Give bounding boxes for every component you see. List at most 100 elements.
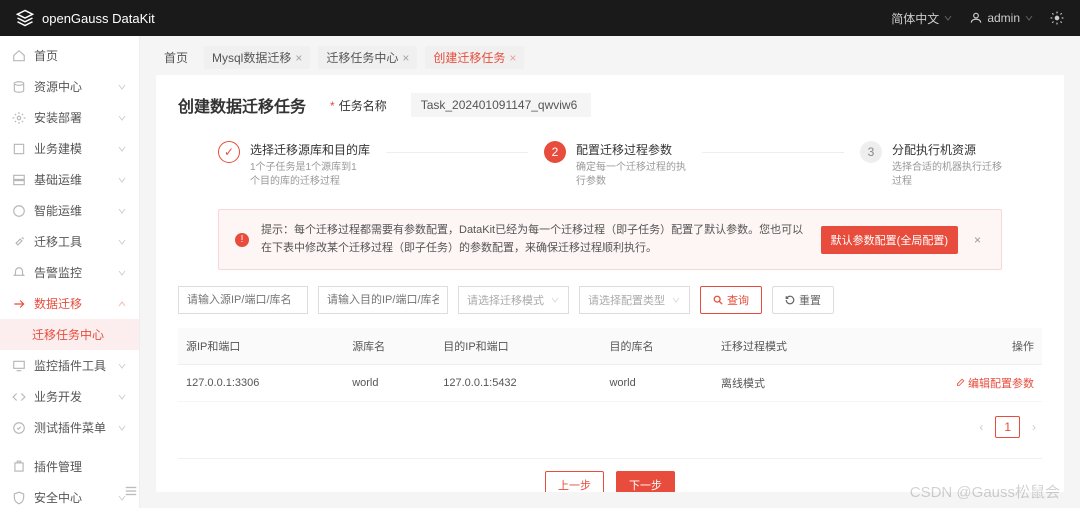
breadcrumb-Mysql数据迁移[interactable]: Mysql数据迁移 × — [204, 46, 310, 69]
sidebar-item-label: 首页 — [34, 47, 58, 64]
col-header: 源IP和端口 — [178, 328, 344, 365]
page-title: 创建数据迁移任务 — [178, 93, 306, 117]
sidebar-item-label: 迁移工具 — [34, 233, 82, 250]
reset-button[interactable]: 重置 — [772, 286, 834, 314]
prev-step-button[interactable]: 上一步 — [545, 471, 604, 492]
sidebar: 首页资源中心安装部署业务建模基础运维智能运维迁移工具告警监控数据迁移迁移任务中心… — [0, 36, 140, 508]
next-step-button[interactable]: 下一步 — [616, 471, 675, 492]
close-icon[interactable]: × — [509, 51, 516, 65]
chevron-down-icon — [117, 113, 127, 123]
content: 创建数据迁移任务 *任务名称 ✓ 选择迁移源库和目的库 1个子任务是1个源库到1个目… — [156, 75, 1064, 492]
brand-title: openGauss DataKit — [42, 11, 155, 26]
chevron-down-icon — [117, 392, 127, 402]
prev-page[interactable]: ‹ — [973, 416, 989, 438]
next-page[interactable]: › — [1026, 416, 1042, 438]
plugin-icon — [12, 460, 26, 474]
task-name-label: *任务名称 — [330, 97, 387, 114]
sidebar-item-监控插件工具[interactable]: 监控插件工具 — [0, 350, 139, 381]
sidebar-item-迁移工具[interactable]: 迁移工具 — [0, 226, 139, 257]
theme-icon[interactable] — [1050, 11, 1064, 25]
chevron-down-icon — [1024, 13, 1034, 23]
sidebar-item-插件管理[interactable]: 插件管理 — [0, 451, 139, 482]
close-icon[interactable]: × — [402, 51, 409, 65]
sidebar-item-label: 资源中心 — [34, 78, 82, 95]
chevron-down-icon — [117, 237, 127, 247]
dst-ip-filter[interactable] — [318, 286, 448, 314]
chevron-down-icon — [117, 423, 127, 433]
server-icon — [12, 173, 26, 187]
sidebar-item-label: 业务开发 — [34, 388, 82, 405]
pagination: ‹ 1 › — [178, 416, 1042, 438]
type-filter[interactable]: 请选择配置类型 — [579, 286, 690, 314]
sidebar-item-数据迁移[interactable]: 数据迁移 — [0, 288, 139, 319]
task-name-input[interactable] — [411, 93, 591, 117]
col-header: 目的库名 — [601, 328, 713, 365]
breadcrumb-创建迁移任务[interactable]: 创建迁移任务 × — [425, 46, 524, 69]
chevron-down-icon — [671, 295, 681, 305]
mode-filter[interactable]: 请选择迁移模式 — [458, 286, 569, 314]
step-desc: 1个子任务是1个源库到1个目的库的迁移过程 — [250, 161, 360, 189]
sidebar-item-label: 监控插件工具 — [34, 357, 106, 374]
sidebar-item-安装部署[interactable]: 安装部署 — [0, 102, 139, 133]
breadcrumbs: 首页 Mysql数据迁移 × 迁移任务中心 × 创建迁移任务 × — [140, 36, 1080, 75]
footer-actions: 上一步 下一步 — [178, 458, 1042, 492]
close-icon[interactable]: × — [970, 233, 985, 247]
breadcrumb-首页[interactable]: 首页 — [156, 46, 196, 69]
breadcrumb-迁移任务中心[interactable]: 迁移任务中心 × — [318, 46, 417, 69]
chevron-down-icon — [117, 361, 127, 371]
user-menu[interactable]: admin — [969, 11, 1034, 25]
src-ip-filter[interactable] — [178, 286, 308, 314]
step-circle: ✓ — [218, 141, 240, 163]
lang-switch[interactable]: 简体中文 — [891, 10, 953, 27]
chevron-down-icon — [550, 295, 560, 305]
brand: openGauss DataKit — [16, 9, 155, 27]
db-icon — [12, 80, 26, 94]
chevron-up-icon — [117, 299, 127, 309]
sidebar-item-业务建模[interactable]: 业务建模 — [0, 133, 139, 164]
step-circle: 3 — [860, 141, 882, 163]
edit-icon — [955, 378, 965, 388]
sidebar-item-测试插件菜单[interactable]: 测试插件菜单 — [0, 412, 139, 443]
migrate-icon — [12, 297, 26, 311]
step-3: 3分配执行机资源选择合适的机器执行迁移过程 — [860, 141, 1002, 189]
step-desc: 确定每一个迁移过程的执行参数 — [576, 161, 686, 189]
test-icon — [12, 421, 26, 435]
sidebar-item-label: 数据迁移 — [34, 295, 82, 312]
alert-banner: ! 提示：每个迁移过程都需要有参数配置，DataKit已经为每一个迁移过程（即子… — [218, 209, 1002, 270]
sidebar-collapse[interactable] — [124, 484, 138, 498]
monitor-icon — [12, 359, 26, 373]
edit-config-link[interactable]: 编辑配置参数 — [955, 375, 1034, 391]
sidebar-item-安全中心[interactable]: 安全中心 — [0, 482, 139, 508]
sidebar-item-label: 安装部署 — [34, 109, 82, 126]
step-2: 2配置迁移过程参数确定每一个迁移过程的执行参数 — [544, 141, 686, 189]
sidebar-item-label: 告警监控 — [34, 264, 82, 281]
page-number[interactable]: 1 — [995, 416, 1020, 438]
sidebar-item-智能运维[interactable]: 智能运维 — [0, 195, 139, 226]
sidebar-item-基础运维[interactable]: 基础运维 — [0, 164, 139, 195]
close-icon[interactable]: × — [295, 51, 302, 65]
chevron-down-icon — [117, 206, 127, 216]
lang-label: 简体中文 — [891, 10, 939, 27]
sidebar-item-label: 迁移任务中心 — [32, 326, 104, 343]
sidebar-item-告警监控[interactable]: 告警监控 — [0, 257, 139, 288]
user-label: admin — [987, 11, 1020, 25]
chevron-down-icon — [117, 144, 127, 154]
step-title: 选择迁移源库和目的库 — [250, 141, 370, 158]
step-title: 配置迁移过程参数 — [576, 141, 686, 158]
sidebar-item-label: 基础运维 — [34, 171, 82, 188]
search-icon — [713, 295, 723, 305]
bell-icon — [12, 266, 26, 280]
box-icon — [12, 142, 26, 156]
query-button[interactable]: 查询 — [700, 286, 762, 314]
reset-icon — [785, 295, 795, 305]
alert-text: 提示：每个迁移过程都需要有参数配置，DataKit已经为每一个迁移过程（即子任务… — [261, 222, 809, 257]
warning-icon: ! — [235, 233, 249, 247]
chevron-down-icon — [117, 82, 127, 92]
sidebar-item-迁移任务中心[interactable]: 迁移任务中心 — [0, 319, 139, 350]
default-config-button[interactable]: 默认参数配置(全局配置) — [821, 226, 958, 254]
sidebar-item-资源中心[interactable]: 资源中心 — [0, 71, 139, 102]
sidebar-item-业务开发[interactable]: 业务开发 — [0, 381, 139, 412]
sidebar-item-首页[interactable]: 首页 — [0, 40, 139, 71]
chevron-down-icon — [117, 175, 127, 185]
col-header: 目的IP和端口 — [435, 328, 601, 365]
